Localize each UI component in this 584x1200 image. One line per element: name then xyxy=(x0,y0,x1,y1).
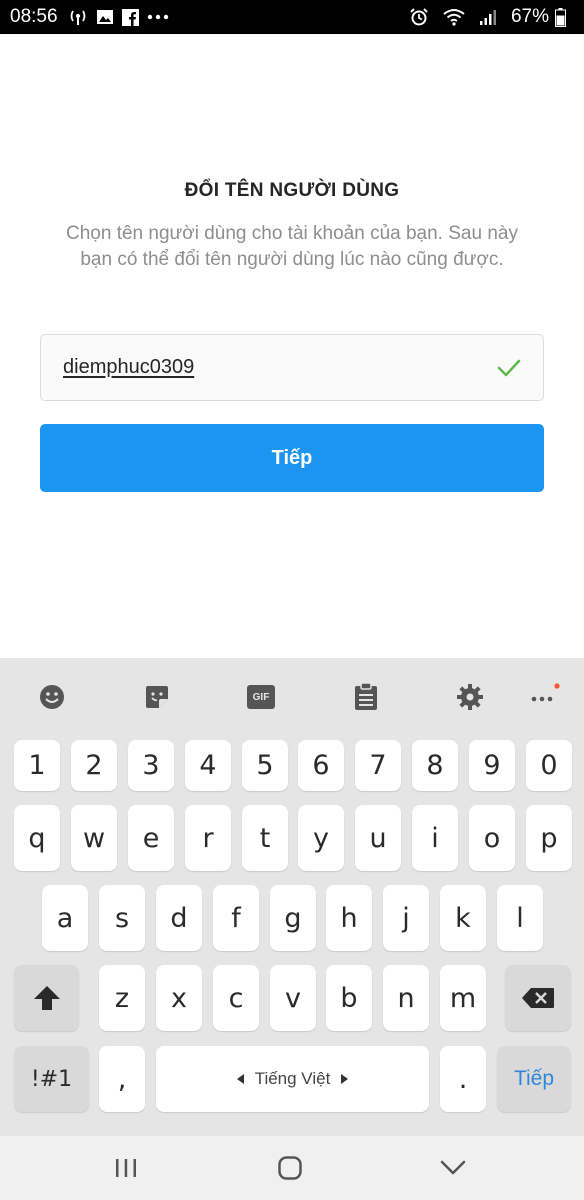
navigation-bar xyxy=(0,1136,584,1200)
key-q[interactable]: q xyxy=(14,805,60,871)
key-m[interactable]: m xyxy=(440,965,486,1031)
key-7[interactable]: 7 xyxy=(355,740,401,791)
sticker-icon[interactable] xyxy=(142,682,172,712)
home-icon[interactable] xyxy=(275,1153,305,1183)
caret-right-icon xyxy=(341,1074,349,1084)
username-field[interactable]: diemphuc0309 xyxy=(40,334,544,401)
check-icon xyxy=(497,358,521,378)
space-key[interactable]: Tiếng Việt xyxy=(156,1046,429,1112)
facebook-icon xyxy=(121,8,139,26)
gif-icon[interactable]: GIF xyxy=(246,682,276,712)
key-p[interactable]: p xyxy=(526,805,572,871)
space-label: Tiếng Việt xyxy=(254,1069,331,1088)
key-z[interactable]: z xyxy=(99,965,145,1031)
comma-key[interactable]: , xyxy=(99,1046,145,1112)
key-o[interactable]: o xyxy=(469,805,515,871)
more-options-icon[interactable] xyxy=(530,682,560,712)
backspace-icon xyxy=(522,988,554,1008)
key-f[interactable]: f xyxy=(213,885,259,951)
alarm-icon xyxy=(409,7,429,27)
key-r[interactable]: r xyxy=(185,805,231,871)
key-a[interactable]: a xyxy=(42,885,88,951)
key-5[interactable]: 5 xyxy=(242,740,288,791)
keyboard-toolbar: GIF xyxy=(0,658,584,736)
key-c[interactable]: c xyxy=(213,965,259,1031)
status-time: 08:56 xyxy=(10,6,58,27)
key-d[interactable]: d xyxy=(156,885,202,951)
key-g[interactable]: g xyxy=(270,885,316,951)
key-4[interactable]: 4 xyxy=(185,740,231,791)
key-6[interactable]: 6 xyxy=(298,740,344,791)
key-i[interactable]: i xyxy=(412,805,458,871)
key-t[interactable]: t xyxy=(242,805,288,871)
key-v[interactable]: v xyxy=(270,965,316,1031)
key-u[interactable]: u xyxy=(355,805,401,871)
key-h[interactable]: h xyxy=(326,885,372,951)
key-w[interactable]: w xyxy=(71,805,117,871)
key-0[interactable]: 0 xyxy=(526,740,572,791)
battery-icon xyxy=(555,7,566,27)
key-l[interactable]: l xyxy=(497,885,543,951)
period-key[interactable]: . xyxy=(440,1046,486,1112)
username-value: diemphuc0309 xyxy=(63,356,195,378)
shift-arrow-icon xyxy=(33,986,60,1010)
backspace-key[interactable] xyxy=(505,965,571,1031)
signal-icon xyxy=(479,8,497,26)
key-b[interactable]: b xyxy=(326,965,372,1031)
next-button[interactable]: Tiếp xyxy=(40,424,544,492)
key-n[interactable]: n xyxy=(383,965,429,1031)
wifi-calling-icon xyxy=(68,8,88,26)
key-9[interactable]: 9 xyxy=(469,740,515,791)
key-3[interactable]: 3 xyxy=(128,740,174,791)
key-x[interactable]: x xyxy=(156,965,202,1031)
key-j[interactable]: j xyxy=(383,885,429,951)
more-dots-icon xyxy=(147,14,169,20)
recent-apps-icon[interactable] xyxy=(111,1153,141,1183)
status-bar: 08:56 67% xyxy=(0,0,584,34)
key-8[interactable]: 8 xyxy=(412,740,458,791)
key-1[interactable]: 1 xyxy=(14,740,60,791)
key-y[interactable]: y xyxy=(298,805,344,871)
page-title: ĐỔI TÊN NGƯỜI DÙNG xyxy=(184,180,400,201)
back-icon[interactable] xyxy=(438,1153,468,1183)
wifi-icon xyxy=(443,8,465,26)
key-e[interactable]: e xyxy=(128,805,174,871)
emoji-icon[interactable] xyxy=(37,682,67,712)
key-s[interactable]: s xyxy=(99,885,145,951)
image-icon xyxy=(96,9,114,25)
gif-label: GIF xyxy=(252,691,270,703)
symbols-key[interactable]: !#1 xyxy=(14,1046,89,1112)
caret-left-icon xyxy=(236,1074,244,1084)
clipboard-icon[interactable] xyxy=(351,682,381,712)
keyboard: GIF 1 2 3 4 5 6 7 8 9 0 q w e r t y u i … xyxy=(0,658,584,1136)
enter-key[interactable]: Tiếp xyxy=(497,1046,571,1112)
page-subtitle: Chọn tên người dùng cho tài khoản của bạ… xyxy=(66,223,518,270)
key-k[interactable]: k xyxy=(440,885,486,951)
shift-key[interactable] xyxy=(14,965,79,1031)
settings-icon[interactable] xyxy=(455,682,485,712)
key-2[interactable]: 2 xyxy=(71,740,117,791)
battery-percent: 67% xyxy=(510,6,549,27)
